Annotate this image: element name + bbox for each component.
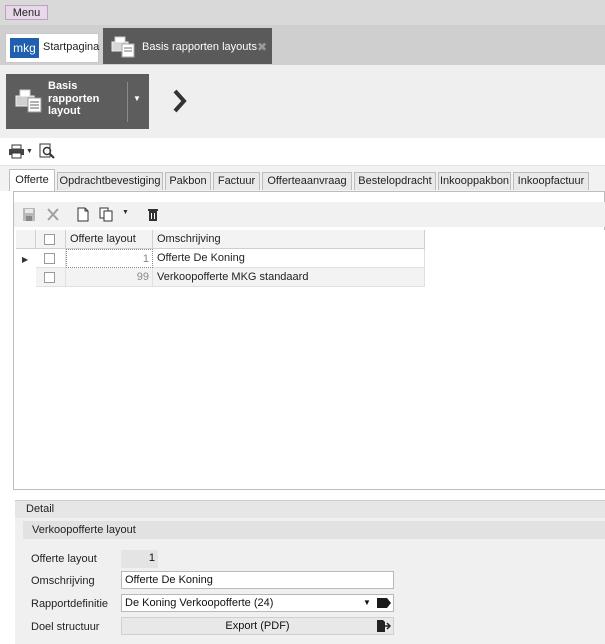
column-header-offerte-layout[interactable]: Offerte layout — [66, 230, 153, 249]
menu-button[interactable]: Menu — [5, 5, 48, 20]
new-document-icon[interactable] — [76, 207, 90, 222]
menu-bar — [0, 0, 605, 25]
delete-icon[interactable] — [146, 207, 160, 222]
chevron-down-icon[interactable]: ▼ — [363, 598, 371, 607]
mkg-logo: mkg — [10, 38, 39, 58]
chevron-down-icon[interactable]: ▼ — [133, 94, 141, 103]
printer-document-icon — [111, 36, 135, 58]
tab-factuur[interactable]: Factuur — [213, 172, 260, 190]
rapportdefinitie-select[interactable]: De Koning Verkoopofferte (24) — [121, 594, 394, 612]
tab-inkooppakbon[interactable]: Inkooppakbon — [438, 172, 511, 190]
doel-structuur-label: Doel structuur — [31, 621, 100, 633]
basis-rapporten-layout-label: Basis rapporten layout — [48, 80, 128, 118]
tab-basis-rapporten-layouts-label: Basis rapporten layouts — [142, 41, 257, 53]
select-all-checkbox[interactable] — [44, 234, 55, 245]
printer-document-icon — [15, 89, 42, 113]
table-cell-offerte-layout[interactable]: 99 — [66, 268, 153, 287]
doel-structuur-button[interactable]: Export (PDF) — [121, 617, 394, 635]
tab-startpagina-label: Startpagina — [43, 41, 100, 53]
row-checkbox[interactable] — [44, 272, 55, 283]
tab-bestelopdracht[interactable]: Bestelopdracht — [354, 172, 436, 190]
cancel-icon[interactable] — [46, 207, 60, 222]
tab-offerte[interactable]: Offerte — [9, 169, 55, 191]
table-cell-offerte-layout[interactable]: 1 — [66, 249, 153, 268]
printer-icon[interactable] — [8, 144, 25, 159]
split-divider — [127, 82, 128, 122]
table-cell-omschrijving[interactable]: Verkoopofferte MKG standaard — [153, 268, 425, 287]
save-icon[interactable] — [22, 207, 36, 222]
offerte-layout-label: Offerte layout — [31, 553, 97, 565]
omschrijving-input[interactable]: Offerte De Koning — [121, 571, 394, 589]
current-row-indicator: ▶ — [22, 255, 29, 264]
chevron-right-icon[interactable] — [172, 88, 188, 114]
section-title: Verkoopofferte layout — [32, 524, 136, 536]
detail-title: Detail — [26, 503, 55, 515]
rapportdefinitie-label: Rapportdefinitie — [31, 598, 109, 610]
close-icon[interactable]: ✖ — [257, 40, 267, 54]
omschrijving-label: Omschrijving — [31, 575, 95, 587]
label-line-2: rapporten — [48, 92, 100, 105]
table-cell-omschrijving[interactable]: Offerte De Koning — [153, 249, 425, 268]
tab-offerteaanvraag[interactable]: Offerteaanvraag — [262, 172, 352, 190]
offerte-layout-field: 1 — [121, 550, 158, 568]
row-checkbox[interactable] — [44, 253, 55, 264]
export-icon[interactable] — [376, 619, 391, 633]
tag-icon[interactable] — [377, 598, 391, 608]
toolbar — [0, 138, 605, 166]
tab-pakbon[interactable]: Pakbon — [165, 172, 211, 190]
copy-icon[interactable] — [99, 207, 113, 222]
tab-inkoopfactuur[interactable]: Inkoopfactuur — [513, 172, 589, 190]
row-indicator-header — [16, 230, 36, 249]
label-line-3: layout — [48, 105, 81, 117]
label-line-1: Basis — [48, 80, 78, 92]
tab-opdrachtbevestiging[interactable]: Opdrachtbevestiging — [57, 172, 163, 190]
chevron-down-icon[interactable]: ▼ — [26, 148, 33, 155]
print-preview-icon[interactable] — [39, 143, 55, 159]
column-header-omschrijving[interactable]: Omschrijving — [153, 230, 425, 249]
detail-header[interactable] — [15, 500, 605, 518]
chevron-down-icon[interactable]: ▼ — [122, 209, 129, 216]
